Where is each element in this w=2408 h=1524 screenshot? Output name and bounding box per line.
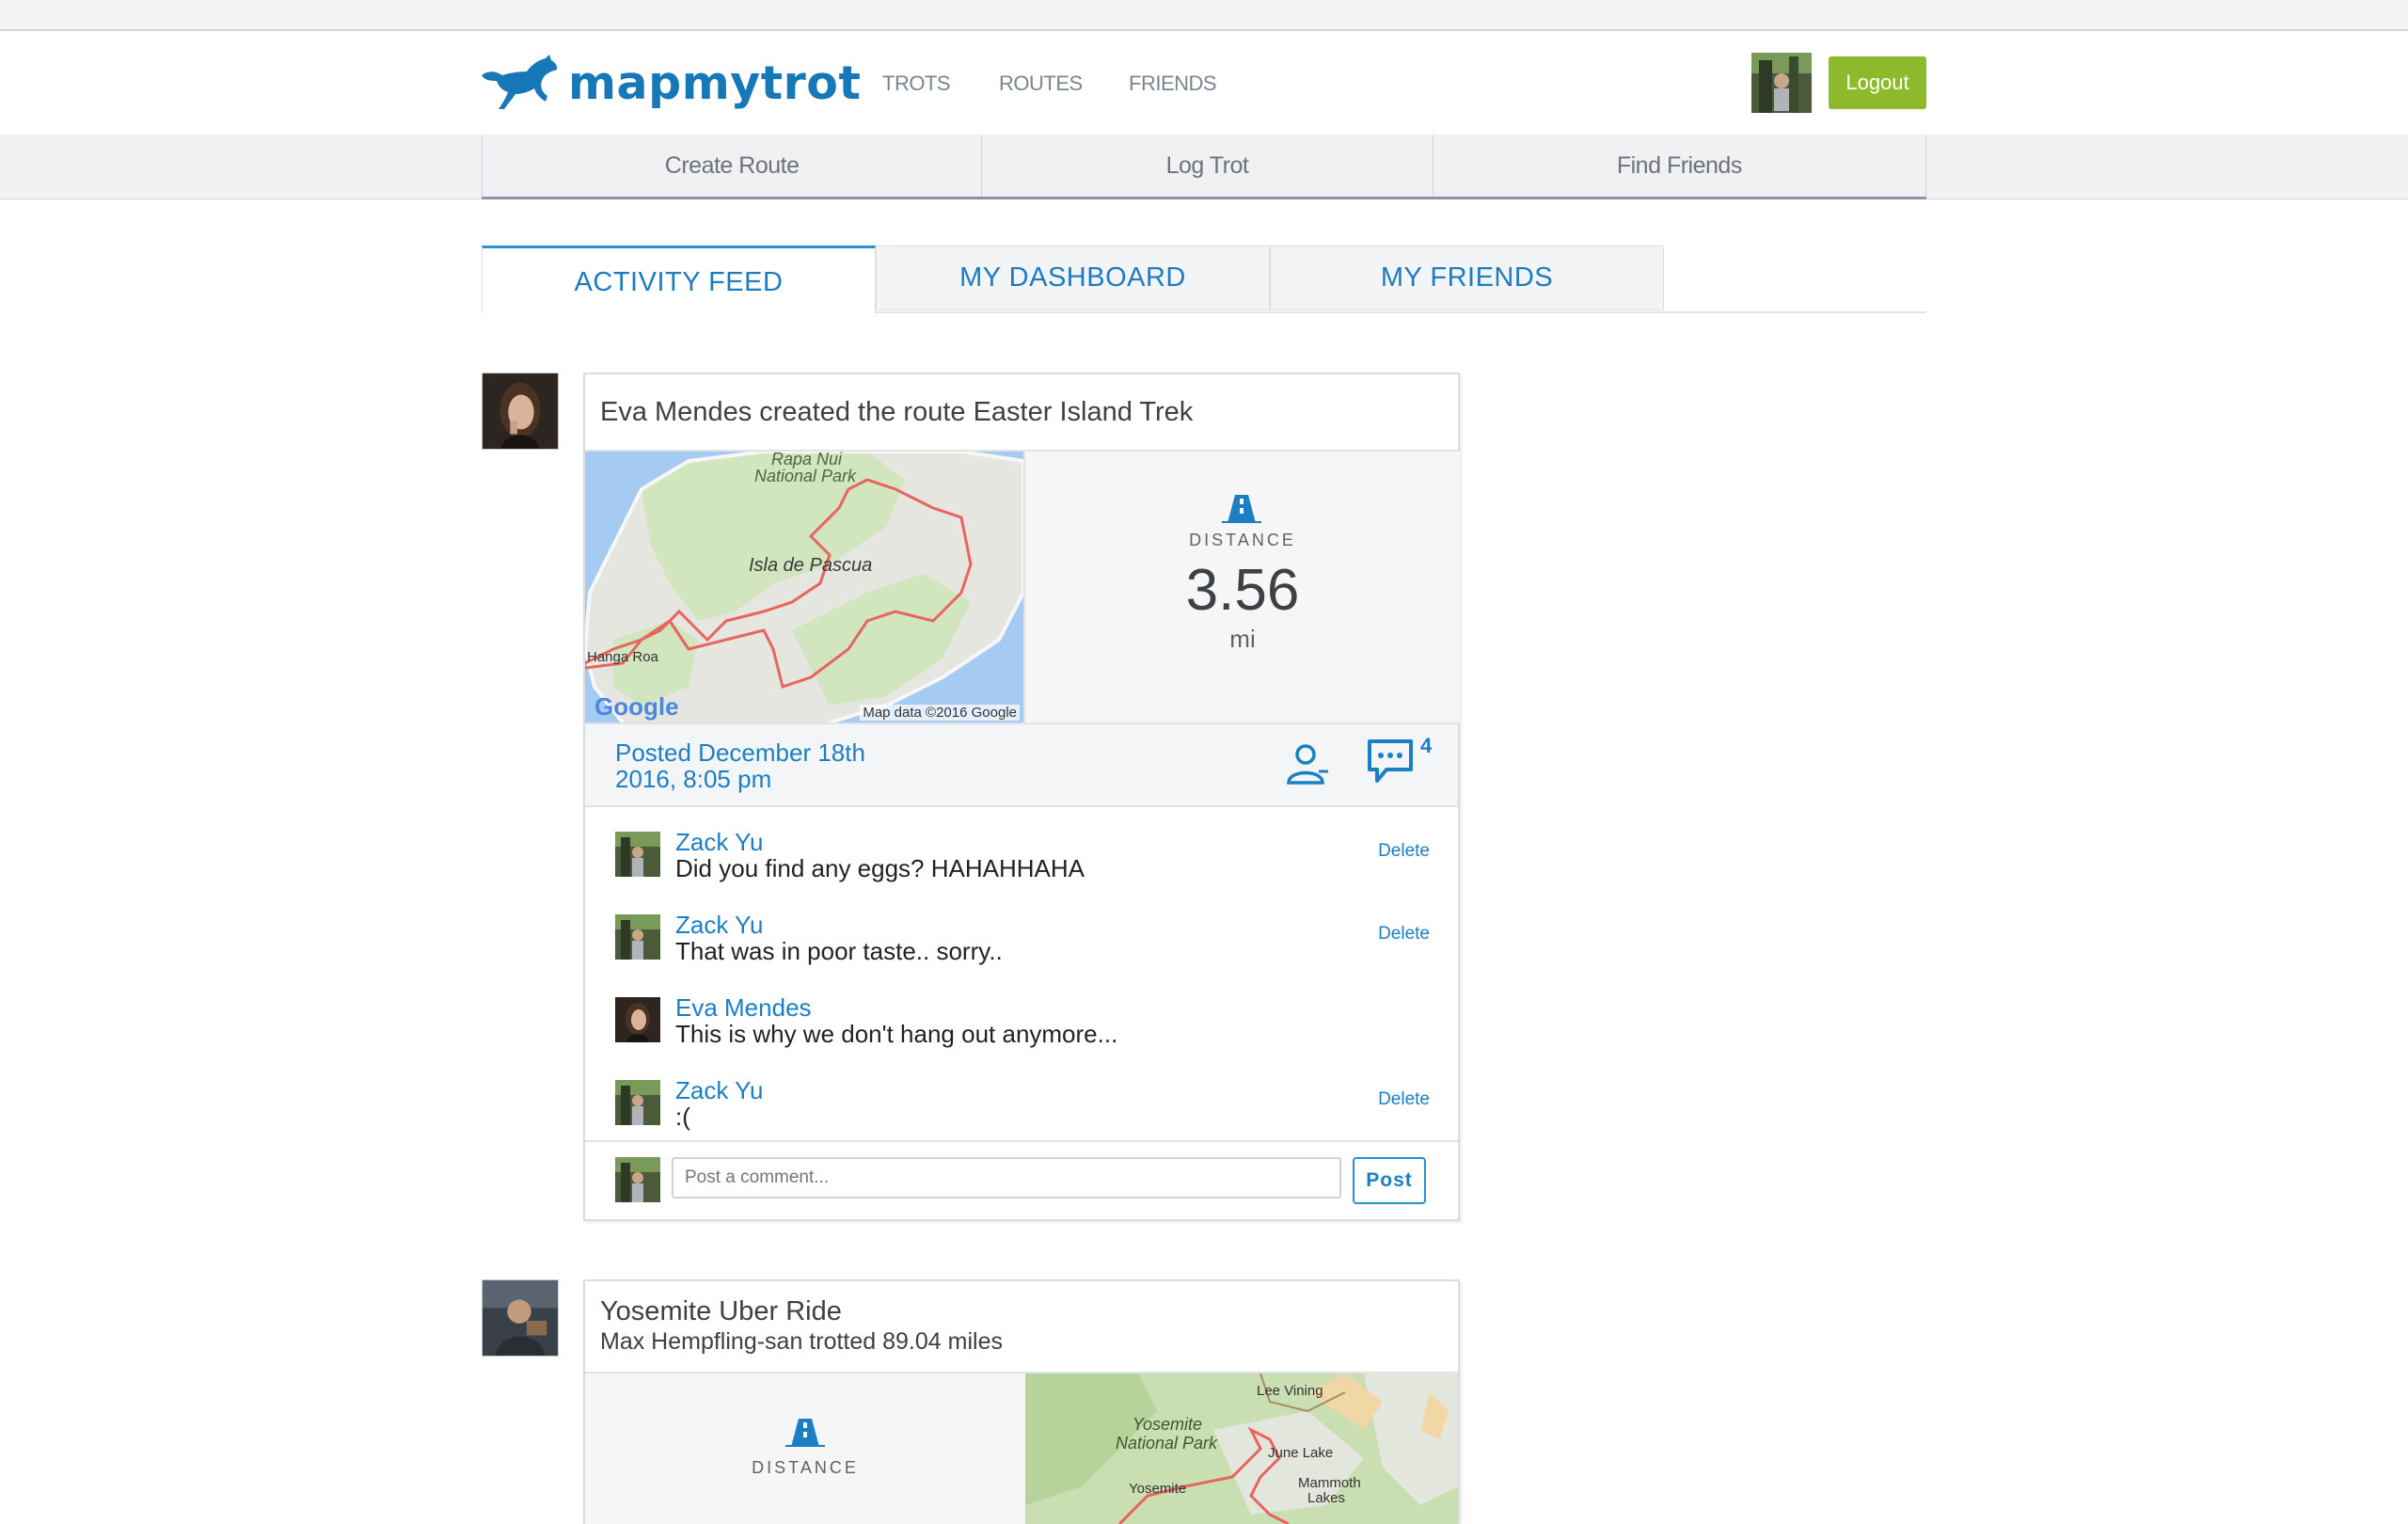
route-map[interactable]: Rapa Nui National Park Isla de Pascua Ha…: [585, 452, 1023, 722]
map-label-june-lake: June Lake: [1268, 1445, 1334, 1461]
comment-author[interactable]: Zack Yu: [675, 911, 763, 940]
map-label-lee-vining: Lee Vining: [1257, 1383, 1323, 1399]
comment-text: Did you find any eggs? HAHAHHAHA: [675, 854, 1085, 882]
tab-my-friends[interactable]: MY FRIENDS: [1270, 246, 1664, 310]
comment-author[interactable]: Eva Mendes: [675, 993, 812, 1023]
map-attribution: Map data ©2016 Google: [860, 705, 1020, 721]
user-avatar[interactable]: [1751, 53, 1812, 113]
logout-button[interactable]: Logout: [1829, 56, 1926, 109]
road-icon: [785, 1419, 825, 1447]
tab-activity-feed[interactable]: ACTIVITY FEED: [482, 246, 876, 313]
comment-text: This is why we don't hang out anymore...: [675, 1020, 1118, 1048]
post-info-bar: Posted December 18th 2016, 8:05 pm 4: [585, 722, 1458, 807]
route-map-image: [1025, 1373, 1458, 1524]
nav-routes[interactable]: ROUTES: [999, 71, 1083, 96]
feed-card-easter-island: Eva Mendes created the route Easter Isla…: [583, 373, 1460, 1221]
brand-logo[interactable]: mapmytrot: [480, 55, 861, 111]
delete-comment-button[interactable]: Delete: [1378, 1089, 1430, 1110]
comments-icon[interactable]: [1366, 738, 1415, 785]
feed-tabs: ACTIVITY FEED MY DASHBOARD MY FRIENDS: [482, 246, 1926, 313]
google-logo: Google: [594, 692, 679, 721]
comment-text: That was in poor taste.. sorry..: [675, 937, 1003, 965]
distance-stat-2: DISTANCE: [585, 1373, 1025, 1524]
delete-comment-button[interactable]: Delete: [1378, 924, 1430, 945]
create-route-link[interactable]: Create Route: [482, 135, 981, 197]
distance-stat: DISTANCE 3.56 mi: [1023, 452, 1460, 722]
log-trot-link[interactable]: Log Trot: [981, 135, 1432, 197]
map-label-mammoth-1: Mammoth: [1298, 1475, 1361, 1491]
route-map-2[interactable]: Lee Vining Yosemite National Park June L…: [1025, 1373, 1458, 1524]
brand-name: mapmytrot: [568, 56, 862, 110]
tab-my-dashboard[interactable]: MY DASHBOARD: [876, 246, 1270, 310]
posted-date: Posted December 18th 2016, 8:05 pm: [615, 739, 865, 792]
comment-author[interactable]: Zack Yu: [675, 828, 763, 857]
max-avatar[interactable]: [482, 1279, 559, 1357]
distance-label: DISTANCE: [752, 1458, 859, 1477]
comment-item: Zack Yu Did you find any eggs? HAHAHHAHA…: [585, 822, 1458, 897]
map-label-park-2: National Park: [1116, 1434, 1218, 1453]
comment-count-badge: 4: [1420, 734, 1433, 757]
map-label-town: Hanga Roa: [587, 649, 658, 665]
posted-line-2: 2016, 8:05 pm: [615, 765, 772, 793]
route-map-image: [585, 452, 1023, 722]
nav-friends[interactable]: FRIENDS: [1129, 71, 1217, 96]
comment-text: :(: [675, 1103, 690, 1131]
zack-avatar[interactable]: [615, 914, 660, 960]
feed-card-yosemite: Yosemite Uber Ride Max Hempfling-san tro…: [583, 1279, 1460, 1524]
map-label-park-2: National Park: [754, 467, 857, 485]
comment-item: Zack Yu That was in poor taste.. sorry..…: [585, 905, 1458, 980]
distance-value: 3.56: [1185, 558, 1300, 623]
comment-item: Zack Yu :( Delete: [585, 1071, 1458, 1146]
zack-avatar[interactable]: [615, 832, 660, 877]
card-subtitle: Max Hempfling-san trotted 89.04 miles: [600, 1328, 1003, 1355]
zack-avatar[interactable]: [615, 1080, 660, 1125]
map-label-mammoth-2: Lakes: [1307, 1490, 1346, 1506]
nav-trots[interactable]: TROTS: [882, 71, 951, 96]
eva-avatar-small[interactable]: [615, 997, 660, 1042]
comment-author[interactable]: Zack Yu: [675, 1076, 763, 1105]
new-comment-row: Post: [585, 1140, 1458, 1221]
card-title: Eva Mendes created the route Easter Isla…: [600, 397, 1194, 427]
map-label-island: Isla de Pascua: [749, 555, 873, 576]
map-label-park-1: Yosemite: [1133, 1415, 1203, 1434]
post-comment-button[interactable]: Post: [1353, 1157, 1426, 1204]
sub-navigation: Create Route Log Trot Find Friends: [0, 135, 2408, 199]
distance-label: DISTANCE: [1189, 531, 1296, 549]
find-friends-link[interactable]: Find Friends: [1432, 135, 1926, 197]
comment-input[interactable]: [672, 1157, 1341, 1199]
delete-comment-button[interactable]: Delete: [1378, 841, 1430, 862]
road-icon: [1222, 495, 1261, 523]
distance-unit: mi: [1229, 625, 1256, 653]
horse-icon: [482, 55, 558, 109]
current-user-avatar: [615, 1157, 660, 1202]
browser-top-strip: [0, 0, 2408, 31]
eva-avatar[interactable]: [482, 373, 559, 450]
posted-line-1: Posted December 18th: [615, 738, 865, 767]
map-label-yosemite: Yosemite: [1129, 1481, 1187, 1497]
card-title: Yosemite Uber Ride: [600, 1296, 842, 1326]
add-friend-icon[interactable]: [1285, 743, 1330, 785]
comment-item: Eva Mendes This is why we don't hang out…: [585, 988, 1458, 1063]
